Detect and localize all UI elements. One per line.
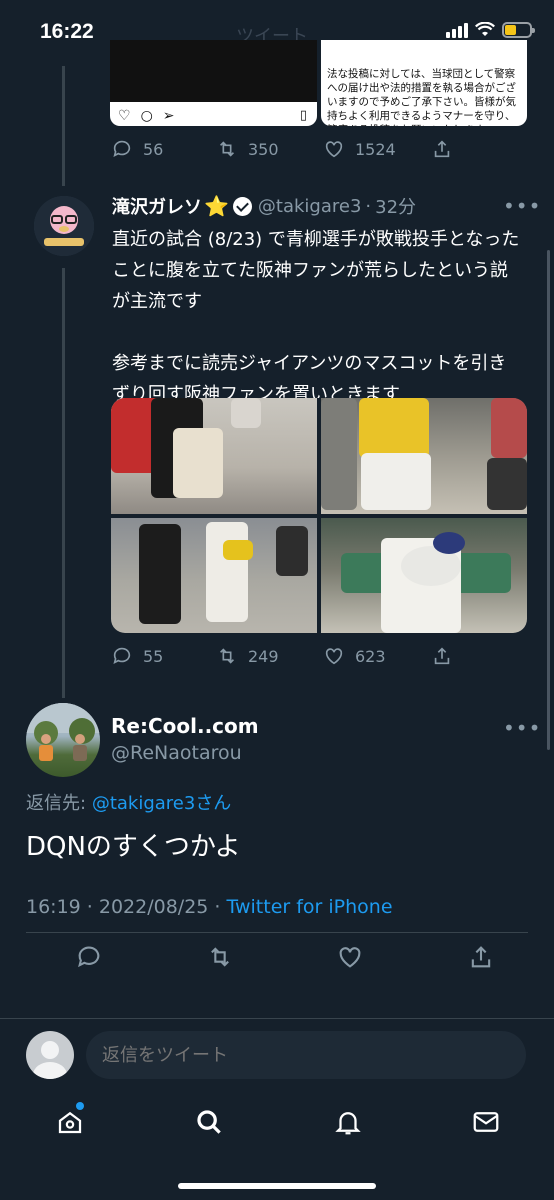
share-icon[interactable]	[467, 943, 495, 971]
display-name[interactable]: 滝沢ガレソ	[112, 193, 202, 219]
like-count: 1524	[355, 139, 396, 159]
replying-handle-link[interactable]: @takigare3	[92, 793, 196, 814]
share-icon	[434, 647, 450, 665]
reply-handle[interactable]: @ReNaotarou	[111, 742, 242, 764]
comment-icon: ○	[140, 108, 153, 124]
retweet-icon	[219, 141, 235, 157]
like-icon[interactable]	[336, 943, 364, 971]
like-button[interactable]: 623	[323, 645, 431, 667]
tab-home[interactable]	[50, 1102, 90, 1142]
handle[interactable]: @takigare3	[258, 196, 362, 217]
home-icon	[58, 1111, 82, 1134]
retweet-count: 249	[248, 646, 279, 666]
prev-embedded-post[interactable]: ♡ ○ ➢ ▯	[110, 40, 317, 126]
reply-avatar[interactable]	[26, 703, 100, 777]
reply-button[interactable]: 55	[111, 645, 216, 667]
bookmark-icon: ▯	[299, 108, 307, 123]
replying-to: 返信先: @takigare3さん	[26, 789, 231, 815]
divider	[26, 932, 528, 933]
tab-notifications[interactable]	[328, 1102, 368, 1142]
battery-icon	[502, 22, 535, 38]
thread-line	[62, 66, 65, 186]
retweet-icon	[219, 648, 235, 664]
tab-search[interactable]	[189, 1102, 229, 1142]
replying-label: 返信先:	[26, 793, 87, 814]
source-link[interactable]: Twitter for iPhone	[227, 896, 393, 918]
retweet-icon[interactable]	[206, 943, 234, 971]
tweet-meta: 16:19 · 2022/08/25 · Twitter for iPhone	[26, 896, 393, 918]
replying-suffix: さん	[195, 793, 232, 814]
reply-button[interactable]: 56	[111, 138, 216, 160]
prev-notice-image[interactable]: 法な投稿に対しては、当球団として警察への届け出や法的措置を執る場合がございますの…	[321, 40, 527, 126]
tweet-text: 直近の試合 (8/23) で青柳選手が敗戦投手となったことに腹を立てた阪神ファン…	[112, 229, 520, 405]
notifications-icon	[335, 1112, 361, 1135]
home-indicator	[178, 1183, 376, 1189]
reply-icon	[113, 647, 131, 664]
more-options-icon[interactable]: •••	[503, 194, 541, 218]
time-ago: 32分	[375, 197, 417, 218]
prev-tweet-actions: 56 350 1524	[111, 138, 531, 160]
media-photo-3[interactable]	[111, 517, 317, 633]
retweet-button[interactable]: 249	[216, 645, 323, 667]
signal-icon	[446, 22, 468, 38]
search-icon	[197, 1110, 221, 1134]
scrollbar[interactable]	[547, 250, 550, 750]
notification-dot	[76, 1102, 84, 1110]
divider	[0, 1018, 554, 1019]
share-button[interactable]	[431, 138, 453, 160]
reply-count: 56	[143, 139, 164, 159]
tweet-actions: 55 249 623	[111, 645, 531, 667]
send-icon: ➢	[162, 108, 175, 124]
tweet-header: 滝沢ガレソ ⭐ @takigare3 · 32分	[112, 193, 416, 219]
reply-text: DQNのすくつかよ	[26, 832, 241, 862]
media-photo-2[interactable]	[321, 398, 527, 514]
like-button[interactable]: 1524	[323, 138, 431, 160]
share-icon	[434, 140, 450, 158]
separator-dot: ·	[365, 195, 372, 217]
thread-line	[62, 268, 65, 698]
verified-icon	[232, 196, 252, 216]
status-time: 16:22	[40, 20, 94, 43]
reply-actions	[75, 943, 495, 973]
media-photo-1[interactable]	[111, 398, 317, 514]
wifi-icon	[475, 22, 495, 36]
heart-icon: ♡	[118, 108, 131, 124]
reply-icon[interactable]	[75, 943, 103, 971]
reply-display-name[interactable]: Re:Cool..com	[111, 714, 259, 738]
media-grid[interactable]	[111, 398, 527, 633]
reply-icon	[113, 140, 131, 157]
more-options-icon[interactable]: •••	[503, 716, 541, 740]
like-count: 623	[355, 646, 386, 666]
like-icon	[325, 648, 343, 665]
reply-compose-input[interactable]	[86, 1031, 526, 1079]
tab-messages[interactable]	[466, 1102, 506, 1142]
like-icon	[325, 141, 343, 158]
status-icons	[446, 22, 535, 38]
timestamp: 16:19 · 2022/08/25 ·	[26, 896, 221, 918]
retweet-button[interactable]: 350	[216, 138, 323, 160]
reply-count: 55	[143, 646, 164, 666]
retweet-count: 350	[248, 139, 279, 159]
star-icon: ⭐	[204, 194, 229, 218]
avatar[interactable]	[34, 196, 94, 256]
messages-icon	[473, 1112, 499, 1132]
share-button[interactable]	[431, 645, 453, 667]
compose-avatar[interactable]	[26, 1031, 74, 1079]
media-photo-4[interactable]	[321, 517, 527, 633]
